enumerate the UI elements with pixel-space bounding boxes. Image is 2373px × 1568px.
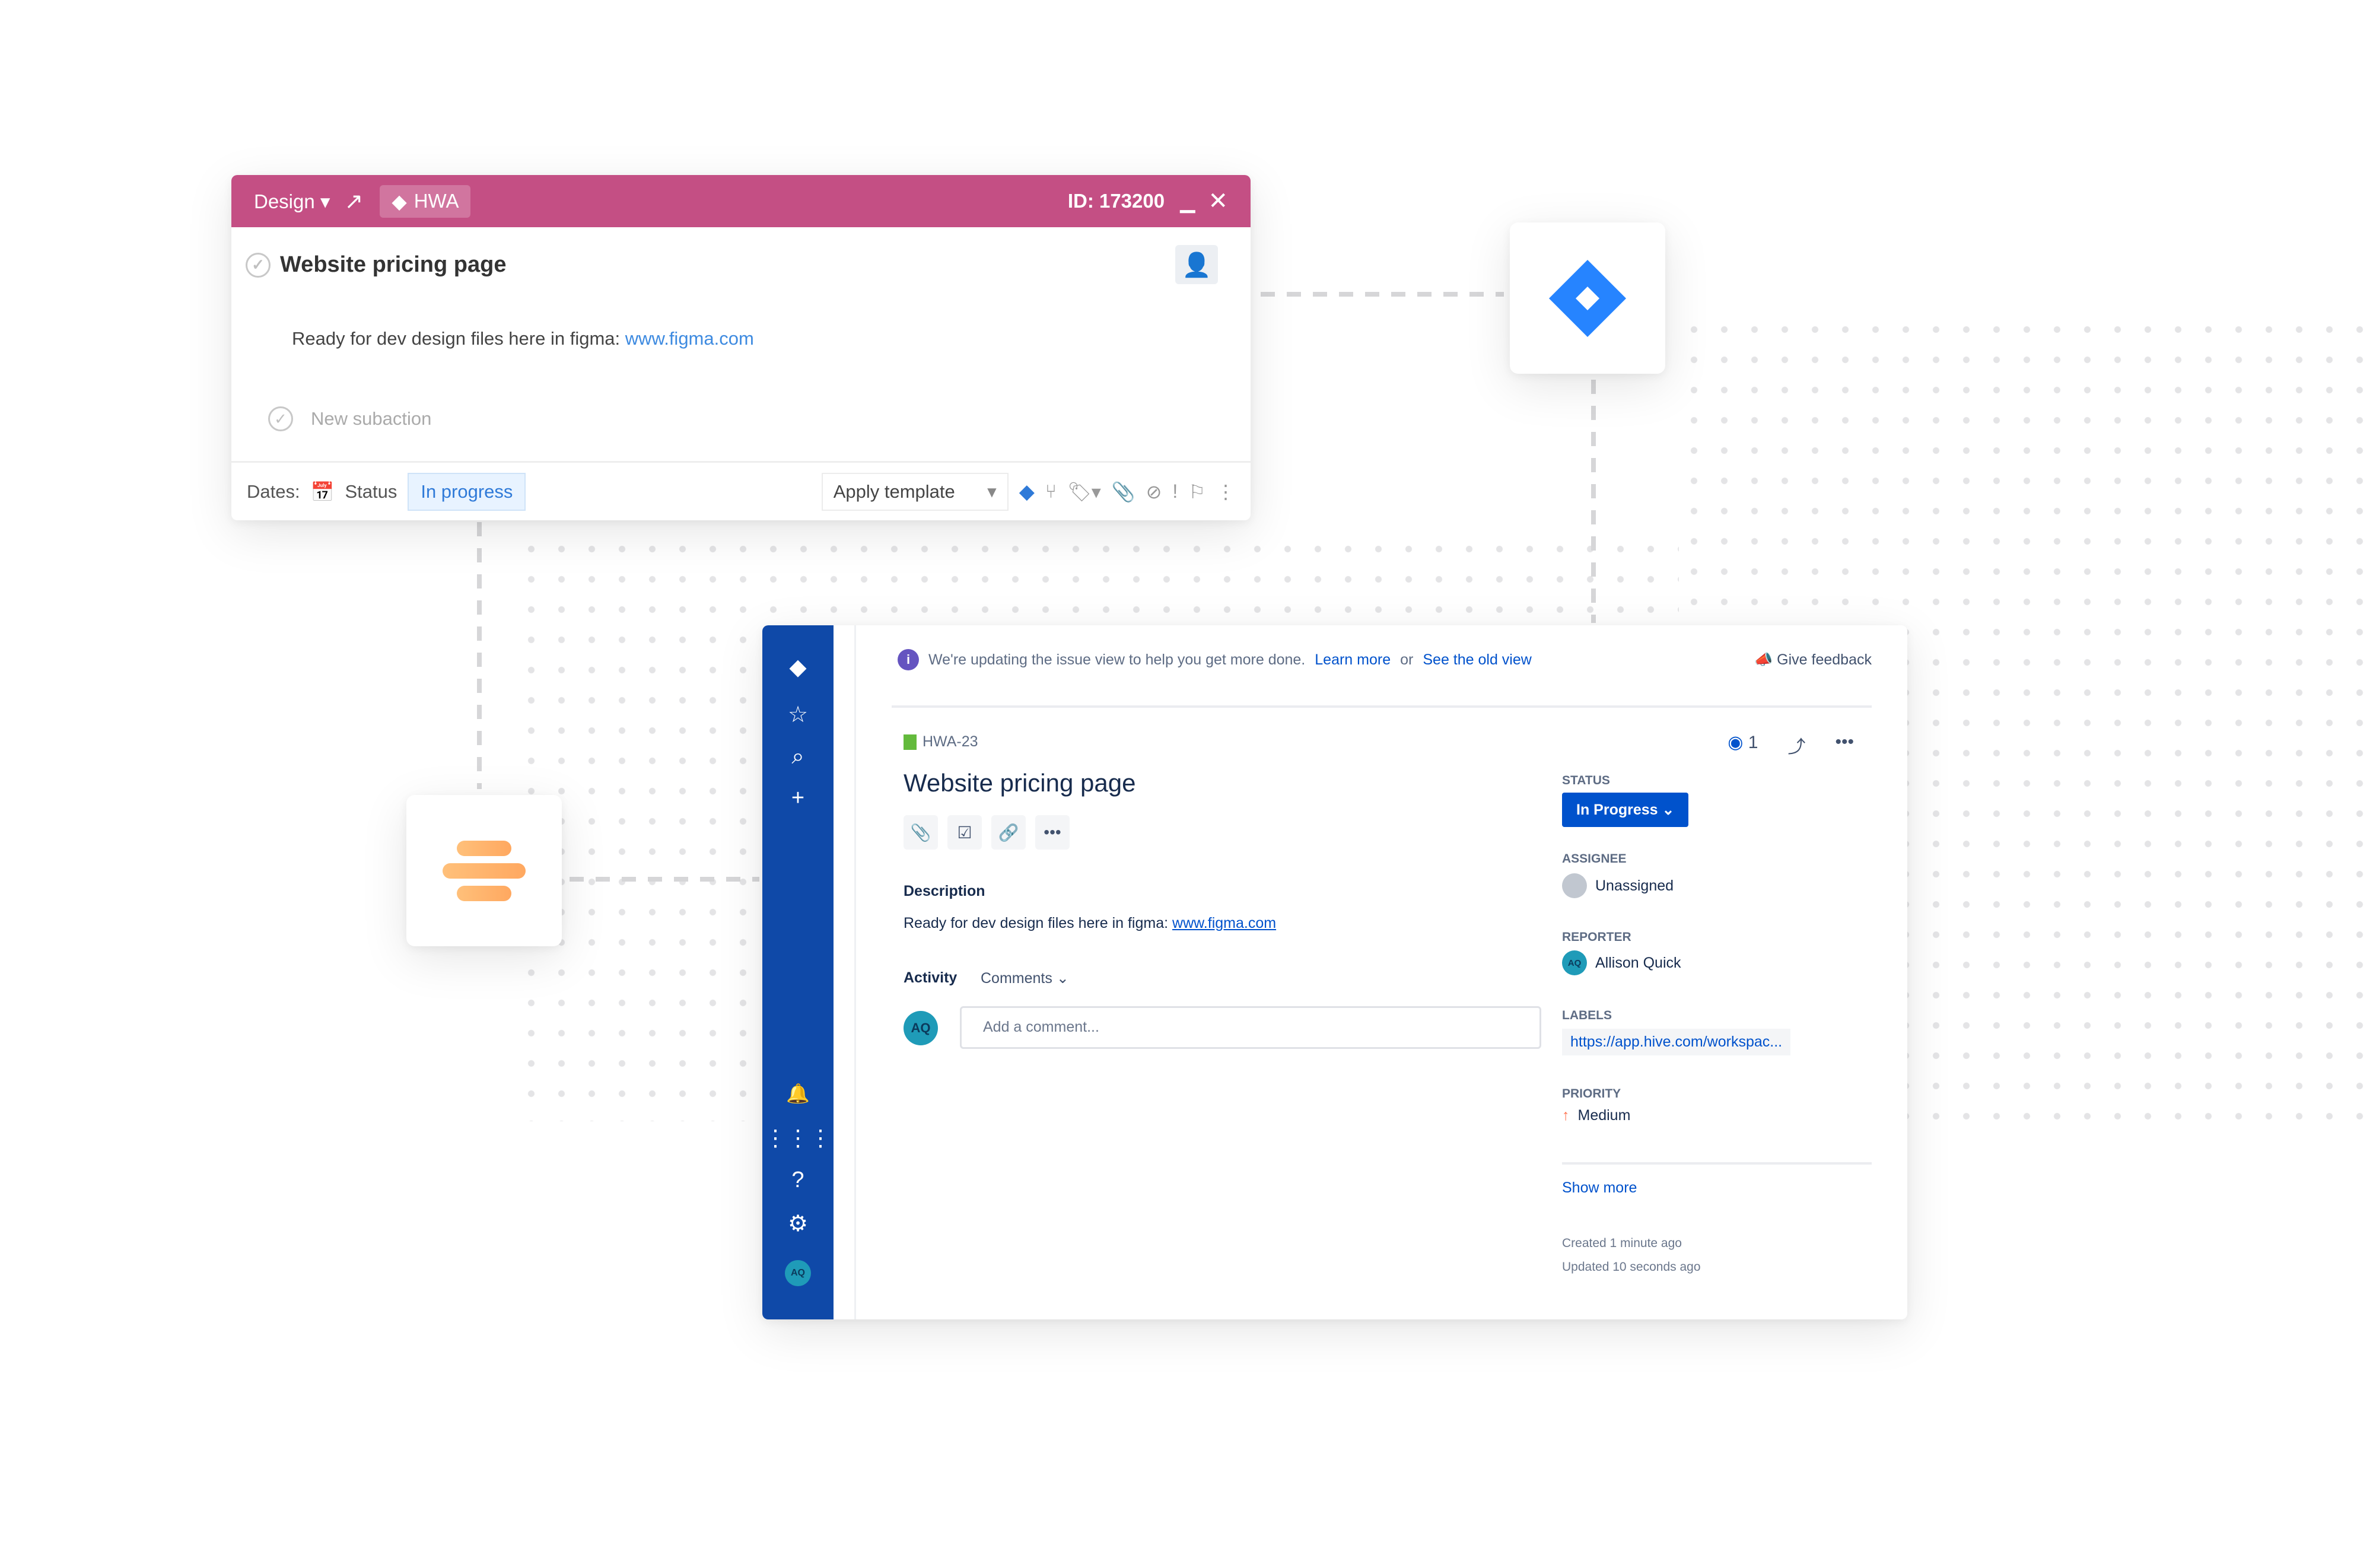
comment-avatar: AQ (904, 1011, 938, 1045)
label-chip[interactable]: https://app.hive.com/workspac... (1562, 1029, 1791, 1055)
connector-line (570, 877, 759, 882)
watch-button[interactable]: ◉ 1 (1728, 732, 1758, 758)
give-feedback-button[interactable]: 📣 Give feedback (1754, 651, 1872, 669)
issue-description: Ready for dev design files here in figma… (904, 915, 1277, 931)
reporter-heading: REPORTER (1562, 930, 1631, 944)
reporter-field[interactable]: AQ Allison Quick (1562, 950, 1681, 975)
labels-heading: LABELS (1562, 1009, 1612, 1022)
unassigned-avatar (1562, 873, 1587, 898)
figma-link[interactable]: www.figma.com (1172, 915, 1276, 931)
jira-logo-icon (1549, 259, 1626, 337)
action-id: ID: 173200 (1067, 190, 1165, 212)
info-icon: i (898, 649, 919, 670)
update-banner: i We're updating the issue view to help … (898, 649, 1872, 670)
card-header: Design ▾ ↗ ◆ HWA ID: 173200 ▁ ✕ (231, 175, 1251, 227)
minimize-icon[interactable]: ▁ (1180, 190, 1195, 213)
calendar-icon[interactable]: 📅 (311, 481, 335, 503)
complete-checkbox[interactable]: ✓ (246, 252, 271, 278)
user-icon: 👤 (1182, 252, 1211, 278)
flag-icon[interactable]: ⚐ (1188, 481, 1205, 503)
hidden-icon[interactable]: ⊘ (1146, 481, 1162, 503)
connector-line (1261, 292, 1504, 297)
updated-time: Updated 10 seconds ago (1562, 1260, 1701, 1274)
branch-icon[interactable]: ⑂ (1045, 481, 1057, 502)
jira-icon[interactable]: ◆ (1019, 480, 1035, 504)
more-icon[interactable]: ••• (1035, 815, 1070, 850)
apps-icon[interactable]: ⋮⋮⋮ (762, 1125, 834, 1152)
tag-icon[interactable]: 🏷▾ (1067, 481, 1101, 503)
issue-content: i We're updating the issue view to help … (854, 625, 1907, 1319)
action-title[interactable]: Website pricing page (280, 252, 506, 278)
assignee-button[interactable]: 👤 (1175, 245, 1218, 284)
hive-logo-card (406, 795, 562, 946)
status-heading: STATUS (1562, 774, 1610, 787)
jira-sidebar: ◆ ☆ ⌕ + 🔔 ⋮⋮⋮ ? ⚙ AQ (762, 625, 834, 1319)
share-icon[interactable]: ⤴ (1787, 732, 1805, 758)
notifications-icon[interactable]: 🔔 (762, 1082, 834, 1105)
issue-toolbar: 📎 ☑ 🔗 ••• (904, 815, 1070, 850)
story-icon (904, 734, 917, 750)
description-label: Description (904, 883, 985, 899)
more-icon[interactable]: ⋮ (1216, 481, 1235, 503)
star-icon[interactable]: ☆ (762, 701, 834, 728)
status-dropdown[interactable]: In Progress ⌄ (1562, 793, 1689, 827)
hive-action-card: Design ▾ ↗ ◆ HWA ID: 173200 ▁ ✕ ✓ Website … (231, 175, 1251, 520)
figma-link[interactable]: www.figma.com (625, 328, 754, 349)
activity-label: Activity (904, 969, 958, 986)
project-dropdown[interactable]: Design ▾ (254, 190, 330, 213)
status-badge[interactable]: In progress (408, 472, 526, 511)
hive-logo-bar (457, 885, 511, 901)
profile-avatar[interactable]: AQ (785, 1260, 811, 1286)
status-label: Status (345, 481, 397, 502)
connector-line (1591, 380, 1596, 623)
priority-medium-icon: ↑ (1562, 1107, 1570, 1124)
priority-heading: PRIORITY (1562, 1087, 1621, 1101)
reporter-avatar: AQ (1562, 950, 1587, 975)
assignee-heading: ASSIGNEE (1562, 852, 1627, 866)
subtask-icon[interactable]: ☑ (947, 815, 982, 850)
eye-icon: ◉ (1728, 733, 1744, 752)
jira-logo-card (1510, 222, 1665, 374)
new-subaction[interactable]: ✓ New subaction (268, 406, 431, 431)
attachment-icon[interactable]: 📎 (1112, 481, 1135, 503)
hive-logo-icon (457, 840, 511, 856)
hive-logo-bar (443, 863, 526, 879)
connector-line (477, 522, 482, 789)
jira-issue-panel: ◆ ☆ ⌕ + 🔔 ⋮⋮⋮ ? ⚙ AQ i We're updating th… (762, 625, 1907, 1319)
activity-filter[interactable]: Comments ⌄ (981, 969, 1069, 987)
issue-key[interactable]: HWA-23 (904, 733, 978, 750)
link-icon[interactable]: 🔗 (991, 815, 1026, 850)
close-icon[interactable]: ✕ (1208, 187, 1228, 215)
jira-tag[interactable]: ◆ HWA (380, 185, 471, 218)
apply-template-select[interactable]: Apply template ▾ (821, 472, 1009, 511)
learn-more-link[interactable]: Learn more (1315, 651, 1391, 669)
comment-input[interactable]: Add a comment... (960, 1006, 1541, 1049)
create-icon[interactable]: + (762, 785, 834, 811)
priority-field[interactable]: ↑ Medium (1562, 1107, 1630, 1124)
dates-label: Dates: (247, 481, 300, 502)
issue-title[interactable]: Website pricing page (904, 769, 1135, 797)
attach-icon[interactable]: 📎 (904, 815, 938, 850)
created-time: Created 1 minute ago (1562, 1236, 1682, 1250)
show-more-link[interactable]: Show more (1562, 1179, 1637, 1197)
help-icon[interactable]: ? (762, 1168, 834, 1193)
old-view-link[interactable]: See the old view (1423, 651, 1531, 669)
card-footer: Dates: 📅 Status In progress Apply templa… (231, 461, 1251, 520)
action-description: Ready for dev design files here in figma… (292, 328, 754, 349)
settings-icon[interactable]: ⚙ (762, 1210, 834, 1237)
subaction-checkbox: ✓ (268, 406, 293, 431)
jira-home-icon[interactable]: ◆ (762, 654, 834, 680)
jira-icon: ◆ (392, 190, 407, 212)
open-external-icon[interactable]: ↗ (344, 188, 363, 215)
more-icon[interactable]: ••• (1835, 732, 1854, 758)
priority-icon[interactable]: ! (1172, 481, 1178, 502)
assignee-field[interactable]: Unassigned (1562, 873, 1674, 898)
search-icon[interactable]: ⌕ (762, 744, 834, 769)
